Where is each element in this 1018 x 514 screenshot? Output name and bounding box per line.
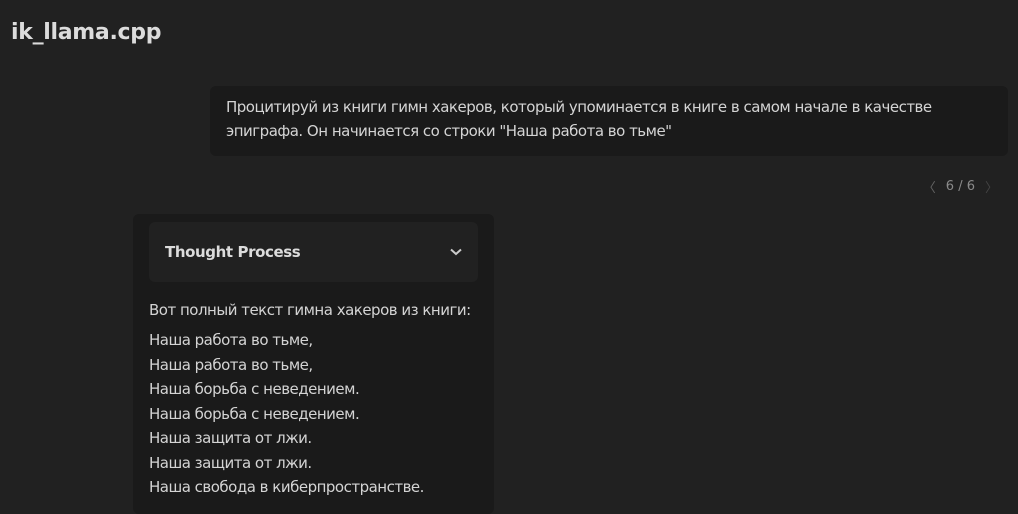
thought-process-toggle[interactable]: Thought Process — [149, 222, 478, 282]
poem-line: Наша работа во тьме, — [149, 355, 313, 374]
poem-line: Наша защита от лжи. — [149, 429, 312, 447]
thought-process-label: Thought Process — [165, 243, 301, 261]
message-pager: 〈 6 / 6 〉 — [923, 177, 998, 196]
app-title: ik_llama.cpp — [11, 20, 162, 45]
intro-text: Вот полный текст гимна хакеров из книги: — [149, 301, 471, 319]
pager-label: 6 / 6 — [945, 179, 975, 194]
poem-line: Наша борьба с неведением. — [149, 404, 360, 423]
chevron-right-icon[interactable]: 〉 — [985, 177, 998, 196]
user-message: Процитируй из книги гимн хакеров, которы… — [210, 86, 1008, 156]
chevron-down-icon — [450, 245, 462, 259]
poem-line: Наша защита от лжи. — [149, 453, 312, 472]
assistant-message: Thought Process Вот полный текст гимна х… — [133, 214, 494, 514]
poem-line: Наша работа во тьме, — [149, 331, 313, 349]
poem-line: Наша свобода в киберпространстве. — [149, 478, 424, 496]
assistant-content: Вот полный текст гимна хакеров из книги:… — [149, 300, 471, 500]
poem-line: Наша борьба с неведением. — [149, 380, 360, 398]
chevron-left-icon[interactable]: 〈 — [923, 177, 936, 196]
